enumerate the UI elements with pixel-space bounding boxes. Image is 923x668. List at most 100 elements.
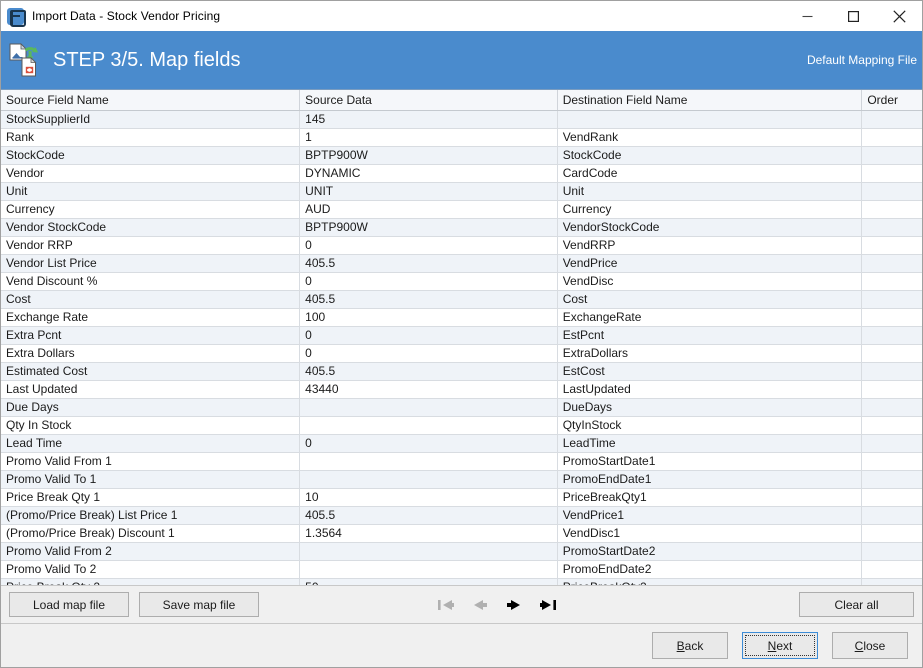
cell-source-field-name[interactable]: Due Days (1, 398, 300, 416)
previous-record-icon[interactable] (471, 596, 489, 614)
table-row[interactable]: VendorDYNAMICCardCode (1, 164, 922, 182)
table-row[interactable]: Estimated Cost405.5EstCost (1, 362, 922, 380)
cell-order[interactable] (862, 416, 922, 434)
column-header-source-field-name[interactable]: Source Field Name (1, 90, 300, 110)
table-row[interactable]: Promo Valid From 2PromoStartDate2 (1, 542, 922, 560)
cell-source-data[interactable]: 43440 (300, 380, 558, 398)
cell-order[interactable] (862, 236, 922, 254)
first-record-icon[interactable] (437, 596, 455, 614)
cell-source-data[interactable]: 145 (300, 110, 558, 128)
close-wizard-button[interactable]: Close (832, 632, 908, 659)
cell-order[interactable] (862, 254, 922, 272)
cell-source-field-name[interactable]: StockCode (1, 146, 300, 164)
cell-source-data[interactable] (300, 416, 558, 434)
table-row[interactable]: Last Updated43440LastUpdated (1, 380, 922, 398)
table-row[interactable]: Cost405.5Cost (1, 290, 922, 308)
table-row[interactable]: Extra Dollars0ExtraDollars (1, 344, 922, 362)
cell-source-data[interactable]: 405.5 (300, 506, 558, 524)
column-header-source-data[interactable]: Source Data (300, 90, 558, 110)
cell-destination-field-name[interactable]: EstPcnt (557, 326, 862, 344)
cell-source-field-name[interactable]: (Promo/Price Break) Discount 1 (1, 524, 300, 542)
cell-source-data[interactable]: 1.3564 (300, 524, 558, 542)
table-row[interactable]: Promo Valid From 1PromoStartDate1 (1, 452, 922, 470)
table-row[interactable]: (Promo/Price Break) Discount 11.3564Vend… (1, 524, 922, 542)
cell-source-field-name[interactable]: Promo Valid To 2 (1, 560, 300, 578)
cell-source-data[interactable]: 0 (300, 272, 558, 290)
cell-source-data[interactable]: 405.5 (300, 254, 558, 272)
table-row[interactable]: Vendor RRP0VendRRP (1, 236, 922, 254)
cell-destination-field-name[interactable]: VendRank (557, 128, 862, 146)
cell-destination-field-name[interactable]: DueDays (557, 398, 862, 416)
cell-order[interactable] (862, 524, 922, 542)
table-row[interactable]: StockSupplierId145 (1, 110, 922, 128)
cell-source-field-name[interactable]: Promo Valid From 1 (1, 452, 300, 470)
table-row[interactable]: Rank1VendRank (1, 128, 922, 146)
cell-destination-field-name[interactable]: PriceBreakQty2 (557, 578, 862, 585)
field-mapping-grid[interactable]: Source Field Name Source Data Destinatio… (1, 89, 922, 585)
cell-destination-field-name[interactable] (557, 110, 862, 128)
cell-source-data[interactable] (300, 542, 558, 560)
close-button[interactable] (876, 1, 922, 31)
table-row[interactable]: CurrencyAUDCurrency (1, 200, 922, 218)
cell-source-data[interactable]: 0 (300, 326, 558, 344)
table-row[interactable]: StockCodeBPTP900WStockCode (1, 146, 922, 164)
cell-order[interactable] (862, 380, 922, 398)
column-header-destination-field-name[interactable]: Destination Field Name (557, 90, 862, 110)
cell-order[interactable] (862, 164, 922, 182)
cell-source-field-name[interactable]: Last Updated (1, 380, 300, 398)
clear-all-button[interactable]: Clear all (799, 592, 914, 617)
cell-destination-field-name[interactable]: VendPrice (557, 254, 862, 272)
cell-source-data[interactable]: UNIT (300, 182, 558, 200)
cell-destination-field-name[interactable]: PromoStartDate2 (557, 542, 862, 560)
cell-source-data[interactable] (300, 398, 558, 416)
cell-source-field-name[interactable]: Vendor StockCode (1, 218, 300, 236)
cell-order[interactable] (862, 146, 922, 164)
cell-destination-field-name[interactable]: VendRRP (557, 236, 862, 254)
table-row[interactable]: Promo Valid To 1PromoEndDate1 (1, 470, 922, 488)
cell-destination-field-name[interactable]: Unit (557, 182, 862, 200)
table-row[interactable]: Lead Time0LeadTime (1, 434, 922, 452)
cell-destination-field-name[interactable]: LeadTime (557, 434, 862, 452)
column-header-order[interactable]: Order (862, 90, 922, 110)
cell-order[interactable] (862, 200, 922, 218)
cell-source-data[interactable]: 0 (300, 236, 558, 254)
cell-destination-field-name[interactable]: QtyInStock (557, 416, 862, 434)
table-row[interactable]: Due Days DueDays (1, 398, 922, 416)
cell-order[interactable] (862, 362, 922, 380)
cell-order[interactable] (862, 290, 922, 308)
cell-destination-field-name[interactable]: PriceBreakQty1 (557, 488, 862, 506)
cell-destination-field-name[interactable]: VendPrice1 (557, 506, 862, 524)
cell-order[interactable] (862, 326, 922, 344)
load-map-file-button[interactable]: Load map file (9, 592, 129, 617)
cell-destination-field-name[interactable]: LastUpdated (557, 380, 862, 398)
table-row[interactable]: Vendor List Price405.5VendPrice (1, 254, 922, 272)
default-mapping-file-label[interactable]: Default Mapping File (807, 53, 917, 67)
last-record-icon[interactable] (539, 596, 557, 614)
table-row[interactable]: Promo Valid To 2PromoEndDate2 (1, 560, 922, 578)
cell-source-field-name[interactable]: Vendor List Price (1, 254, 300, 272)
cell-source-data[interactable]: 405.5 (300, 362, 558, 380)
cell-source-field-name[interactable]: Cost (1, 290, 300, 308)
cell-source-field-name[interactable]: (Promo/Price Break) List Price 1 (1, 506, 300, 524)
cell-order[interactable] (862, 182, 922, 200)
cell-destination-field-name[interactable]: VendDisc1 (557, 524, 862, 542)
cell-order[interactable] (862, 398, 922, 416)
cell-order[interactable] (862, 308, 922, 326)
cell-source-field-name[interactable]: Price Break Qty 1 (1, 488, 300, 506)
cell-source-field-name[interactable]: Vend Discount % (1, 272, 300, 290)
cell-source-field-name[interactable]: Extra Pcnt (1, 326, 300, 344)
cell-destination-field-name[interactable]: Currency (557, 200, 862, 218)
cell-source-data[interactable]: BPTP900W (300, 146, 558, 164)
cell-source-data[interactable] (300, 452, 558, 470)
cell-destination-field-name[interactable]: EstCost (557, 362, 862, 380)
maximize-button[interactable] (830, 1, 876, 31)
save-map-file-button[interactable]: Save map file (139, 592, 259, 617)
cell-source-data[interactable]: 100 (300, 308, 558, 326)
cell-source-field-name[interactable]: Lead Time (1, 434, 300, 452)
cell-order[interactable] (862, 272, 922, 290)
table-row[interactable]: Vendor StockCodeBPTP900WVendorStockCode (1, 218, 922, 236)
cell-destination-field-name[interactable]: VendDisc (557, 272, 862, 290)
table-row[interactable]: Extra Pcnt0EstPcnt (1, 326, 922, 344)
cell-destination-field-name[interactable]: StockCode (557, 146, 862, 164)
cell-order[interactable] (862, 578, 922, 585)
